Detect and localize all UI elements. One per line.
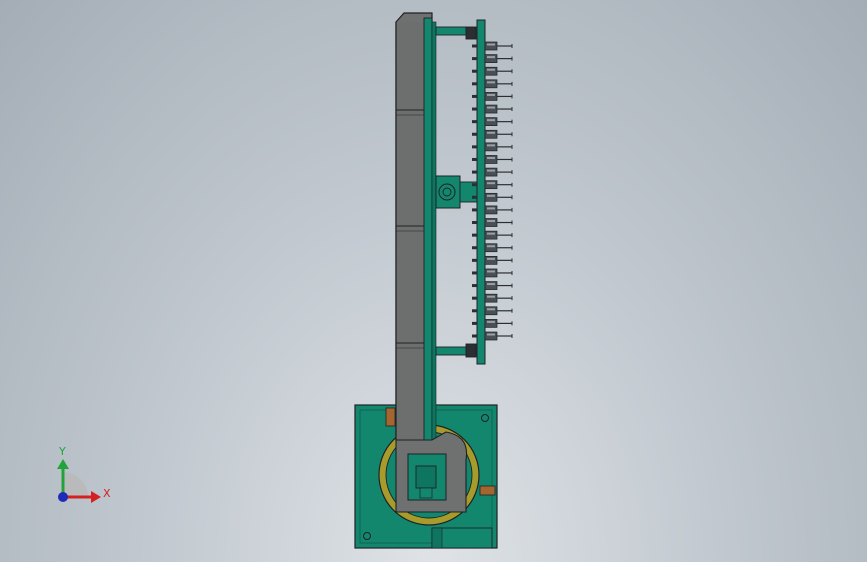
assembly-drawing: Y X [57,12,513,549]
middle-hub [435,175,479,209]
x-axis-label: X [103,487,111,500]
y-axis-arrowhead [57,459,69,469]
x-axis-arrowhead [91,491,101,503]
bottom-carriage [395,431,468,513]
triad-plane-icon [63,472,88,497]
y-axis-label: Y [58,445,66,458]
z-axis-dot [58,492,68,502]
cad-viewport[interactable]: Y X [0,0,867,562]
nozzle-bar [476,19,486,365]
lower-arm [435,343,477,358]
slide-rail [423,17,437,465]
axis-triad[interactable]: Y X [57,445,111,503]
top-arm [435,26,477,40]
